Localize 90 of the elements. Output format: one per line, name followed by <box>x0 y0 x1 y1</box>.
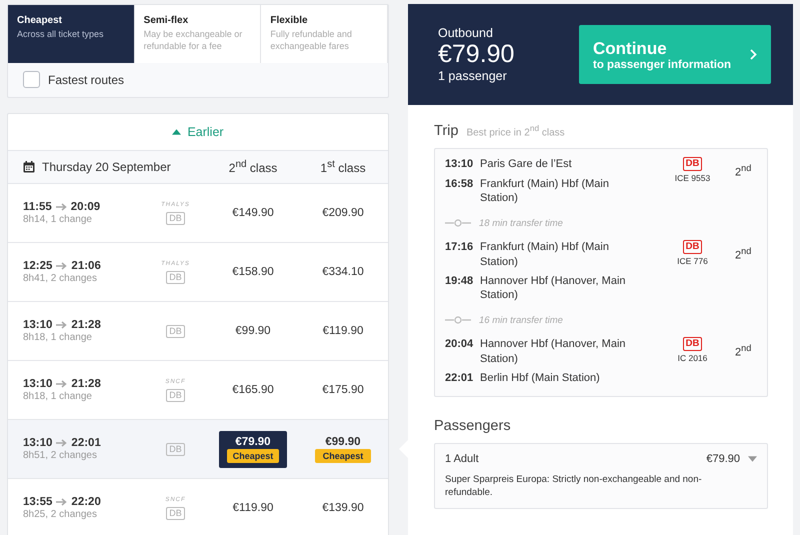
station-name: Hannover Hbf (Hanover, Main Station) <box>480 274 627 302</box>
fare-price[interactable]: €139.90 <box>317 497 369 519</box>
fare-price[interactable]: €209.90 <box>317 202 369 224</box>
checkbox[interactable] <box>23 71 40 88</box>
column-header: 1$^{st}$ class <box>320 159 366 175</box>
arrival-time: 21:28 <box>71 378 101 390</box>
transfer-time: 18 min transfer time <box>479 218 563 229</box>
operator-logo: DB <box>682 337 702 352</box>
fare-tab[interactable]: Semi-flex May be exchangeable or refundable for a fee <box>134 5 262 63</box>
fare-price[interactable]: €158.90 <box>227 261 279 283</box>
fare-price[interactable]: €334.10 <box>317 261 369 283</box>
departure-time: 13:10 <box>23 319 52 331</box>
stop-time: 19:48 <box>445 274 474 289</box>
fare-price[interactable]: €119.90 <box>318 320 368 342</box>
stop-time: 13:10 <box>445 157 474 172</box>
arrival-time: 22:20 <box>71 496 101 508</box>
fare-price[interactable]: €119.90 <box>228 497 278 519</box>
travel-class: 2$^{nd}$ <box>735 246 752 262</box>
column-header: 2$^{nd}$ class <box>228 159 278 175</box>
station-name: Hannover Hbf (Hanover, Main Station) <box>480 337 627 366</box>
section-note: Best price in 2$^{nd}$ class <box>466 123 565 138</box>
train-number: ICE 9553 <box>674 173 710 184</box>
section-heading: Passengers <box>434 418 511 434</box>
station-name: Frankfurt (Main) Hbf (Main Station) <box>480 176 610 206</box>
checkbox-label: Fastest routes <box>48 72 124 86</box>
passenger-price: €79.90 <box>706 453 740 466</box>
operator-logo: DB <box>166 388 185 402</box>
arrow-right-icon <box>56 439 68 447</box>
journey-duration: 8h18, 1 change <box>23 391 93 402</box>
passenger-count: 1 passenger <box>438 68 508 83</box>
fare-tab[interactable]: Cheapest Across all ticket types <box>8 5 135 63</box>
operator-logo: DB <box>682 157 702 172</box>
stop-time: 22:01 <box>445 371 474 386</box>
departure-time: 13:55 <box>23 496 52 508</box>
fare-price[interactable]: €165.90 <box>227 379 279 401</box>
journey-duration: 8h25, 2 changes <box>23 509 98 520</box>
journey-duration: 8h18, 1 change <box>23 332 93 343</box>
passenger-type: 1 Adult <box>445 453 479 466</box>
station-name: Frankfurt (Main) Hbf (Main Station) <box>480 240 610 269</box>
caret-up-icon <box>172 129 182 135</box>
calendar-icon <box>23 161 35 173</box>
journey-row[interactable]: 13:10 21:28 8h18, 1 change DB €99.90 €119.90 <box>8 302 388 361</box>
arrival-time: 21:06 <box>71 260 101 272</box>
arrow-right-icon <box>56 498 68 506</box>
total-price: €79.90 <box>438 40 514 69</box>
chevron-right-icon <box>750 49 757 60</box>
caret-down-icon <box>748 456 757 462</box>
date-label: Thursday 20 September <box>42 160 171 174</box>
arrow-right-icon <box>56 203 67 211</box>
operator-logo: DB <box>166 506 185 520</box>
journey-duration: 8h51, 2 changes <box>23 450 98 461</box>
train-number: IC 2016 <box>678 353 708 364</box>
direction-label: Outbound <box>438 26 494 40</box>
departure-time: 13:10 <box>23 378 52 390</box>
departure-time: 13:10 <box>23 437 52 449</box>
arrival-time: 22:01 <box>71 437 101 449</box>
station-name: Paris Gare de l’Est <box>480 157 573 172</box>
stop-time: 20:04 <box>445 337 474 352</box>
passenger-card[interactable]: 1 Adult €79.90 Super Sparpreis Europa: Strictly non-exchangeable and non-refundable. <box>434 443 768 509</box>
departure-time: 12:25 <box>23 260 52 272</box>
operator-logo: DB <box>166 212 185 224</box>
fare-price[interactable]: €175.90 <box>317 379 369 401</box>
arrival-time: 20:09 <box>70 201 100 213</box>
station-name: Berlin Hbf (Main Station) <box>480 371 601 386</box>
fare-price[interactable]: €99.90 <box>230 320 276 342</box>
fare-conditions: Super Sparpreis Europa: Strictly non-exchangeable and non-refundable. <box>445 474 703 500</box>
transfer-icon <box>445 316 471 324</box>
operator-logo: DB <box>166 270 185 284</box>
transfer-time: 16 min transfer time <box>479 314 563 326</box>
journey-duration: 8h41, 2 changes <box>23 273 98 284</box>
arrival-time: 21:28 <box>71 319 101 331</box>
departure-time: 11:55 <box>23 201 52 213</box>
train-number: ICE 776 <box>677 256 708 266</box>
travel-class: 2$^{nd}$ <box>735 163 752 179</box>
operator-logo: DB <box>166 442 185 456</box>
stop-time: 17:16 <box>445 240 474 256</box>
operator-logo: DB <box>682 240 702 254</box>
section-heading: Trip <box>434 123 458 140</box>
fare-tab[interactable]: Flexible Fully refundable and exchangeable fares <box>261 5 388 63</box>
arrow-right-icon <box>56 380 68 388</box>
fare-price[interactable]: €149.90 <box>227 202 279 224</box>
operator-logo: DB <box>166 324 185 338</box>
fare-price[interactable]: €99.90 Cheapest <box>310 430 376 468</box>
fare-price[interactable]: €79.90 Cheapest <box>219 430 287 468</box>
transfer-icon <box>445 219 471 228</box>
arrow-right-icon <box>56 262 68 270</box>
stop-time: 16:58 <box>445 176 474 192</box>
arrow-right-icon <box>56 321 68 329</box>
journey-duration: 8h14, 1 change <box>23 214 93 225</box>
travel-class: 2$^{nd}$ <box>735 343 752 360</box>
